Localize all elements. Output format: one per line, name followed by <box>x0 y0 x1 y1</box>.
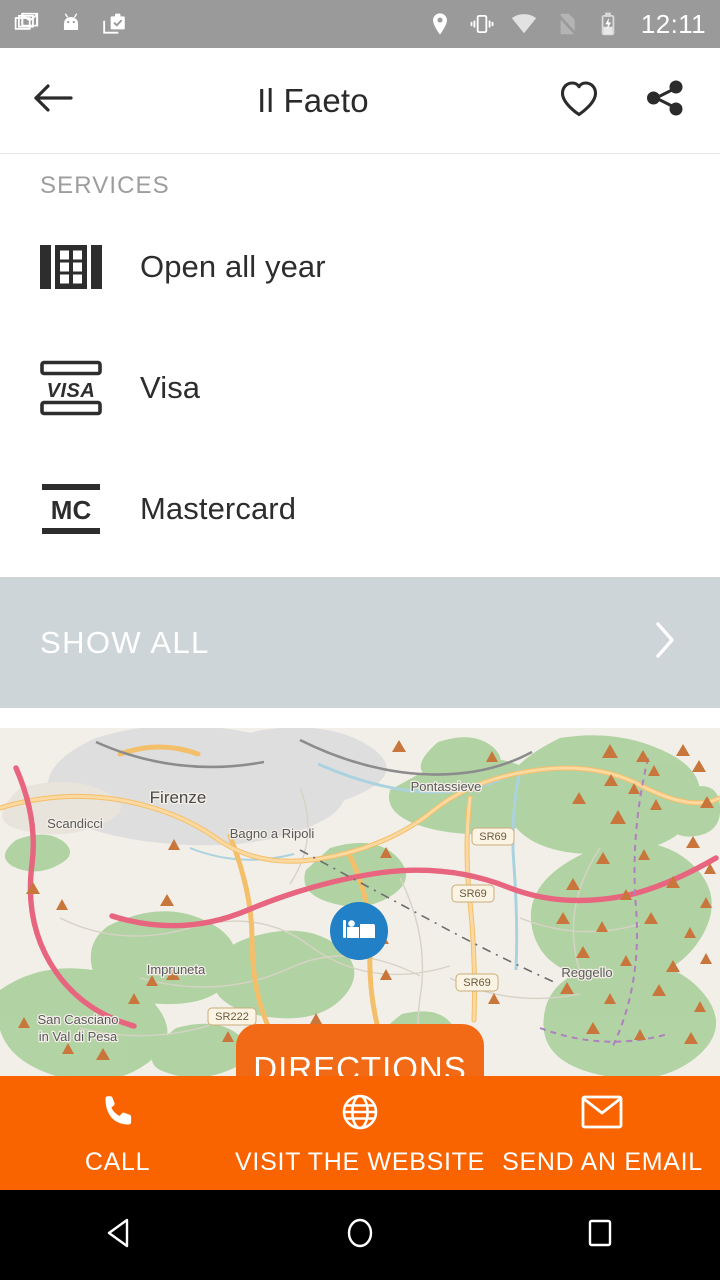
status-bar-left-icons <box>14 11 128 37</box>
page-title: Il Faeto <box>257 81 369 119</box>
favorite-button[interactable] <box>548 72 610 130</box>
status-bar-right-icons: 12:11 <box>427 9 706 40</box>
map-road-shield: SR69 <box>455 973 499 992</box>
visit-website-button[interactable]: VISIT THE WEBSITE <box>235 1076 485 1190</box>
visa-card-icon: VISA <box>38 357 104 419</box>
no-sim-icon <box>553 11 579 37</box>
map-place-label: in Val di Pesa <box>39 1029 118 1044</box>
nav-recents-button[interactable] <box>480 1215 720 1256</box>
heart-icon <box>557 77 601 124</box>
svg-text:MC: MC <box>51 495 92 525</box>
map-road-shield: SR69 <box>471 827 515 846</box>
phone-icon <box>98 1090 138 1134</box>
share-icon <box>643 76 687 125</box>
directions-button[interactable]: DIRECTIONS <box>236 1024 484 1076</box>
location-icon <box>427 11 453 37</box>
send-email-button[interactable]: SEND AN EMAIL <box>485 1076 720 1190</box>
service-label: Open all year <box>140 248 326 284</box>
phone-screen: 12:11 Il Faeto SERVICES Open all year VI… <box>0 0 720 1280</box>
visit-website-label: VISIT THE WEBSITE <box>235 1147 485 1176</box>
android-icon <box>58 11 84 37</box>
services-list: Open all year VISA Visa MC Mastercard <box>0 200 720 569</box>
call-button[interactable]: CALL <box>0 1076 235 1190</box>
service-row-open-all-year[interactable]: Open all year <box>0 206 720 327</box>
service-label: Mastercard <box>140 490 297 526</box>
back-button[interactable] <box>24 72 82 130</box>
arrow-left-icon <box>31 78 75 123</box>
location-map[interactable]: Firenze Scandicci Bagno a Ripoli Pontass… <box>0 728 720 1076</box>
map-road-shield: SR222 <box>207 1007 257 1026</box>
share-button[interactable] <box>634 72 696 130</box>
calendar-building-icon <box>38 236 104 298</box>
map-place-label: Firenze <box>150 788 207 807</box>
nav-home-button[interactable] <box>240 1215 480 1256</box>
svg-text:SR222: SR222 <box>215 1011 249 1023</box>
service-row-visa[interactable]: VISA Visa <box>0 327 720 448</box>
service-row-mastercard[interactable]: MC Mastercard <box>0 448 720 569</box>
svg-text:SR69: SR69 <box>479 831 507 843</box>
mastercard-icon: MC <box>38 478 104 540</box>
wifi-icon <box>511 11 537 37</box>
status-bar: 12:11 <box>0 0 720 48</box>
square-recents-icon <box>582 1215 618 1256</box>
map-place-label: Bagno a Ripoli <box>230 826 315 841</box>
globe-icon <box>339 1090 381 1134</box>
service-label: Visa <box>140 369 201 405</box>
bottom-action-bar: CALL VISIT THE WEBSITE SEND AN EMAIL <box>0 1076 720 1190</box>
android-nav-bar <box>0 1190 720 1280</box>
map-place-label: Pontassieve <box>411 779 482 794</box>
map-marker[interactable] <box>330 902 388 960</box>
services-header: SERVICES <box>40 172 170 199</box>
envelope-icon <box>581 1090 623 1134</box>
send-email-label: SEND AN EMAIL <box>502 1147 703 1176</box>
svg-text:SR69: SR69 <box>459 888 487 900</box>
map-place-label: Reggello <box>561 965 612 980</box>
call-label: CALL <box>84 1147 151 1176</box>
svg-text:SR69: SR69 <box>463 977 491 989</box>
show-all-label: SHOW ALL <box>40 624 210 660</box>
services-section: SERVICES Open all year VISA Visa MC Mast… <box>0 153 720 708</box>
show-all-button[interactable]: SHOW ALL <box>0 577 720 708</box>
nav-back-button[interactable] <box>0 1215 240 1256</box>
map-place-label: Scandicci <box>47 816 103 831</box>
directions-label: DIRECTIONS <box>253 1050 467 1076</box>
svg-text:VISA: VISA <box>47 380 96 402</box>
vibrate-icon <box>469 11 495 37</box>
map-place-label: San Casciano <box>38 1012 119 1027</box>
hotel-bed-icon <box>342 916 376 947</box>
circle-home-icon <box>342 1215 378 1256</box>
map-road-shield: SR69 <box>451 884 495 903</box>
map-place-label: Impruneta <box>147 962 206 977</box>
app-bar: Il Faeto <box>0 48 720 153</box>
chevron-right-icon <box>650 618 680 667</box>
battery-charging-icon <box>595 11 621 37</box>
triangle-back-icon <box>102 1215 138 1256</box>
work-checkmark-icon <box>102 11 128 37</box>
status-bar-clock: 12:11 <box>640 8 706 39</box>
gmail-icon <box>14 11 40 37</box>
